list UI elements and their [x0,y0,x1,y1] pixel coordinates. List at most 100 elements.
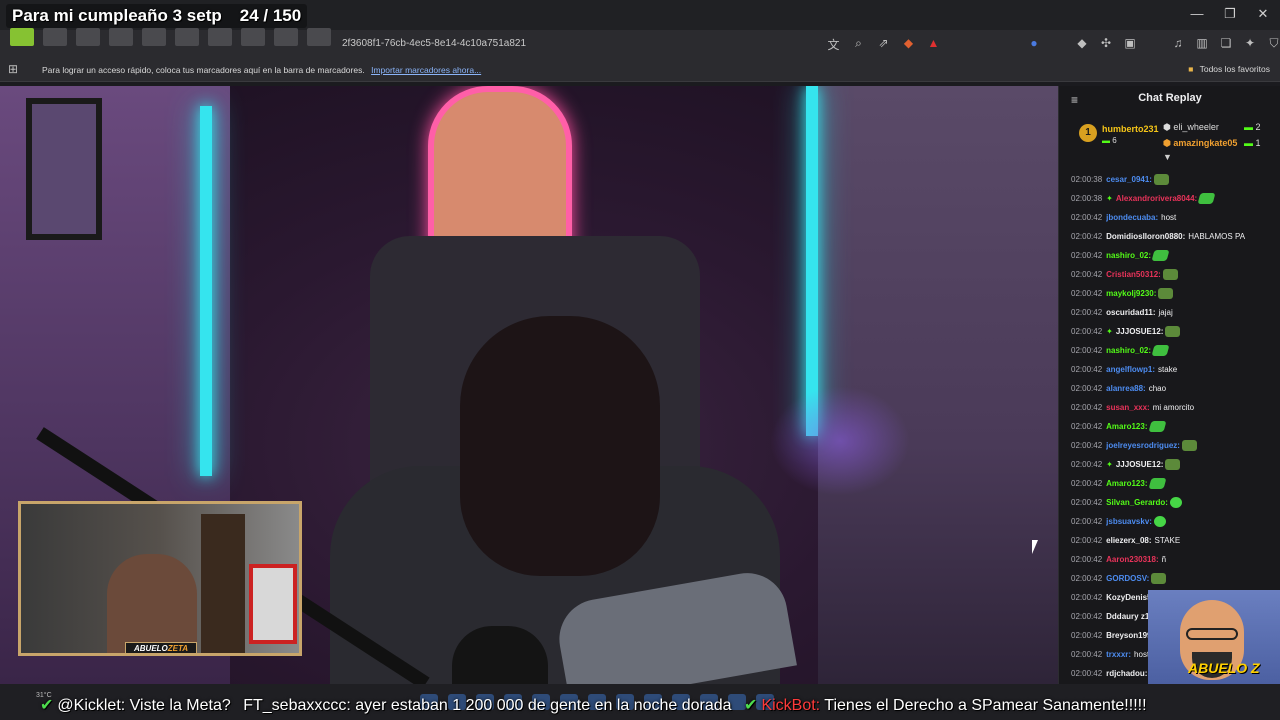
chat-message: 02:00:42 ✦ JJJOSUE12: [1071,322,1280,341]
chat-username[interactable]: JJJOSUE12: [1116,327,1164,336]
chat-text: STAKE [1154,536,1181,545]
chat-username[interactable]: GORDOSV: [1106,574,1149,583]
chat-username[interactable]: nashiro_02: [1106,251,1151,260]
chat-username[interactable]: JJJOSUE12: [1116,460,1164,469]
chat-message: 02:00:42 Aaron230318: ñ [1071,550,1280,569]
top-gifter-name[interactable]: ⬢ eli_wheeler [1163,122,1219,133]
chat-username[interactable]: nashiro_02: [1106,346,1151,355]
copilot-icon[interactable]: ✦ [1242,36,1258,51]
tab-thumbnail[interactable] [142,28,166,46]
chat-username[interactable]: Amaro123: [1106,422,1147,431]
chat-username[interactable]: Silvan_Gerardo: [1106,498,1168,507]
chat-timestamp: 02:00:42 [1071,384,1103,393]
tab-thumbnails [10,28,331,46]
chat-username[interactable]: jbondecuaba: [1106,213,1158,222]
chat-text: host [1134,650,1150,659]
scene-wall [818,86,1058,684]
chat-username[interactable]: cesar_0941: [1106,175,1152,184]
frog-emote-icon [1162,269,1178,281]
chat-username[interactable]: Aaron230318: [1106,555,1158,564]
chat-username[interactable]: maykolj9230: [1106,289,1156,298]
webcam-label-a: ABUELO [134,644,168,653]
extension-icon[interactable]: ● [1026,36,1042,51]
tab-thumbnail[interactable] [175,28,199,46]
webcam-label: ABUELOZETA [125,642,198,653]
shield-icon[interactable]: ◆ [901,36,916,53]
top-gifter-name-text: amazingkate05 [1173,138,1238,148]
collections-icon[interactable]: ❏ [1218,36,1234,51]
channel-avatar: ABUELO Z [1148,590,1280,690]
close-button[interactable]: ✕ [1246,6,1280,22]
ticker-text: ✔ @Kicklet: Viste la Meta? FT_sebaxxccc: … [40,695,1147,715]
chat-username[interactable]: joelreyesrodriguez: [1106,441,1180,450]
chat-username[interactable]: angelflowp1: [1106,365,1155,374]
tab-thumbnail[interactable] [307,28,331,46]
chat-timestamp: 02:00:42 [1071,441,1103,450]
chat-timestamp: 02:00:42 [1071,650,1103,659]
alert-icon[interactable]: ▲ [926,36,941,53]
folder-icon: ■ [1188,64,1194,74]
url-text[interactable]: 2f3608f1-76cb-4ec5-8e14-4c10a751a821 [342,38,526,49]
tab-thumbnail[interactable] [10,28,34,46]
gift-icon: ▬ [1244,122,1256,132]
chat-timestamp: 02:00:42 [1071,289,1103,298]
shield-icon[interactable]: ⛉ [1266,36,1280,51]
tab-thumbnail[interactable] [274,28,298,46]
all-favorites-button[interactable]: ■ Todos los favoritos [1188,64,1270,74]
chat-text: jajaj [1158,308,1173,317]
chat-title: Chat Replay [1138,92,1202,104]
top-gifter-name-text: eli_wheeler [1173,122,1219,132]
chat-message: 02:00:42 Domidioslloron0880: HABLAMOS PA [1071,227,1280,246]
chat-username[interactable]: KozyDenis5 [1106,593,1151,602]
chat-timestamp: 02:00:42 [1071,403,1103,412]
cam-scene [201,514,245,653]
chat-username[interactable]: jsbsuavskv: [1106,517,1152,526]
chat-username[interactable]: Cristian50312: [1106,270,1161,279]
apps-icon[interactable]: ⊞ [8,62,18,76]
tab-thumbnail[interactable] [208,28,232,46]
puzzle-icon[interactable]: ✣ [1098,36,1114,51]
chat-username[interactable]: Alexandrorivera8044: [1116,194,1197,203]
chat-message: 02:00:42 joelreyesrodriguez: [1071,436,1280,455]
chat-username[interactable]: trxxxr: [1106,650,1131,659]
ticker-user: @Kicklet: [57,697,126,714]
chat-username[interactable]: Dddaury z12 [1106,612,1154,621]
chat-username[interactable]: Breyson199 [1106,631,1151,640]
expand-icon[interactable]: ▼ [1163,152,1172,162]
zoom-icon[interactable]: ⌕ [851,36,866,53]
chat-timestamp: 02:00:42 [1071,251,1103,260]
import-bookmarks-link[interactable]: Importar marcadores ahora... [371,65,481,75]
share-icon[interactable]: ⇗ [876,36,891,53]
chat-timestamp: 02:00:42 [1071,631,1103,640]
chat-username[interactable]: susan_xxx: [1106,403,1150,412]
gifter-icon: ⬢ [1163,122,1174,132]
translate-icon[interactable]: 文 [826,36,841,53]
chat-username[interactable]: eliezerx_08: [1106,536,1151,545]
chat-username[interactable]: Amaro123: [1106,479,1147,488]
tab-thumbnail[interactable] [43,28,67,46]
chat-username[interactable]: rdjchadou: [1106,669,1147,678]
chat-username[interactable]: oscuridad11: [1106,308,1155,317]
chat-timestamp: 02:00:42 [1071,346,1103,355]
tab-thumbnail[interactable] [109,28,133,46]
chat-ticker: 31°C ✔ @Kicklet: Viste la Meta? FT_sebaxx… [0,684,1280,720]
minimize-button[interactable]: — [1180,6,1214,21]
maximize-button[interactable]: ❐ [1213,6,1247,22]
top-gifter-name[interactable]: ⬢ amazingkate05 [1163,138,1237,149]
screenshot-icon[interactable]: ▣ [1122,36,1138,51]
top-gifter-name[interactable]: humberto231 [1102,124,1159,134]
diamond-icon[interactable]: ◆ [1074,36,1090,51]
extension-icon[interactable] [1146,36,1162,51]
chat-message: 02:00:42 GORDOSV: [1071,569,1280,588]
extension-icon[interactable] [1050,36,1066,51]
tab-thumbnail[interactable] [241,28,265,46]
sidebar-icon[interactable]: ▥ [1194,36,1210,51]
chat-username[interactable]: Domidioslloron0880: [1106,232,1185,241]
ticker-user: FT_sebaxxccc: [243,697,351,714]
music-icon[interactable]: ♫ [1170,36,1186,51]
ticker-message: Tienes el Derecho a SPamear Sanamente!!!… [824,697,1147,714]
bookmarks-bar: ⊞ Para lograr un acceso rápido, coloca t… [0,58,1280,82]
chat-username[interactable]: alanrea88: [1106,384,1146,393]
tab-thumbnail[interactable] [76,28,100,46]
chat-message: 02:00:42 nashiro_02: [1071,246,1280,265]
